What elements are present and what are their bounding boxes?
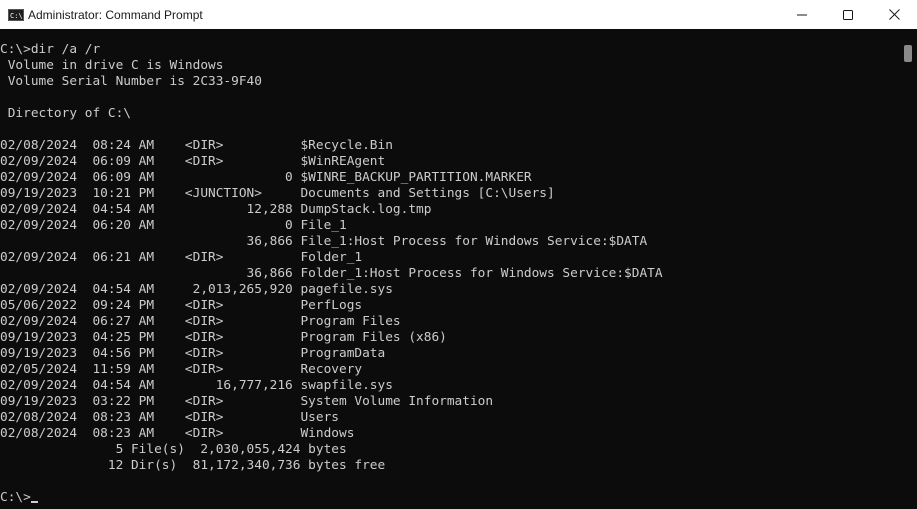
console-line: 5 File(s) 2,030,055,424 bytes	[0, 442, 347, 457]
console-line: 02/09/2024 06:09 AM <DIR> $WinREAgent	[0, 154, 386, 169]
console-line: Directory of C:\	[0, 106, 131, 121]
minimize-button[interactable]	[779, 0, 825, 29]
close-icon	[888, 9, 900, 20]
console-line: 02/09/2024 06:09 AM 0 $WINRE_BACKUP_PART…	[0, 170, 532, 185]
console-line: 05/06/2022 09:24 PM <DIR> PerfLogs	[0, 298, 363, 313]
console-line: 02/09/2024 06:27 AM <DIR> Program Files	[0, 314, 401, 329]
console-prompt: C:\>	[0, 490, 31, 505]
console-line: 02/08/2024 08:24 AM <DIR> $Recycle.Bin	[0, 138, 393, 153]
console-line: 02/09/2024 04:54 AM 12,288 DumpStack.log…	[0, 202, 432, 217]
cmd-icon: C:\	[8, 8, 24, 21]
console-line: 02/09/2024 04:54 AM 16,777,216 swapfile.…	[0, 378, 393, 393]
maximize-button[interactable]	[825, 0, 871, 29]
console-lines: C:\>dir /a /r Volume in drive C is Windo…	[0, 42, 663, 506]
scrollbar-thumb[interactable]	[904, 45, 912, 62]
console-line: 02/08/2024 08:23 AM <DIR> Windows	[0, 426, 355, 441]
console-line: C:\>dir /a /r	[0, 42, 101, 57]
console-line: 09/19/2023 04:25 PM <DIR> Program Files …	[0, 330, 447, 345]
console-line: 02/08/2024 08:23 AM <DIR> Users	[0, 410, 339, 425]
console-line: Volume Serial Number is 2C33-9F40	[0, 74, 262, 89]
close-button[interactable]	[871, 0, 917, 29]
console-line: Volume in drive C is Windows	[0, 58, 224, 73]
console-line: 02/09/2024 06:20 AM 0 File_1	[0, 218, 347, 233]
console-line: 09/19/2023 04:56 PM <DIR> ProgramData	[0, 346, 386, 361]
console-line: 02/05/2024 11:59 AM <DIR> Recovery	[0, 362, 363, 377]
command-prompt-window: C:\ Administrator: Command Prompt C:\>di…	[0, 0, 917, 509]
text-cursor	[30, 501, 38, 503]
window-title: Administrator: Command Prompt	[28, 7, 203, 22]
console-line: 09/19/2023 03:22 PM <DIR> System Volume …	[0, 394, 494, 409]
minimize-icon	[797, 14, 807, 15]
console-line: 12 Dir(s) 81,172,340,736 bytes free	[0, 458, 386, 473]
window-controls	[779, 0, 917, 29]
vertical-scrollbar[interactable]	[900, 29, 917, 509]
console-prompt-line[interactable]: C:\>	[0, 490, 663, 506]
console-line: 36,866 Folder_1:Host Process for Windows…	[0, 266, 663, 281]
title-bar[interactable]: C:\ Administrator: Command Prompt	[0, 0, 917, 29]
console-line: 09/19/2023 10:21 PM <JUNCTION> Documents…	[0, 186, 555, 201]
console-line: 02/09/2024 06:21 AM <DIR> Folder_1	[0, 250, 363, 265]
console-output[interactable]: C:\>dir /a /r Volume in drive C is Windo…	[0, 29, 900, 509]
console-line: 02/09/2024 04:54 AM 2,013,265,920 pagefi…	[0, 282, 393, 297]
console-line: 36,866 File_1:Host Process for Windows S…	[0, 234, 648, 249]
maximize-icon	[843, 9, 853, 20]
